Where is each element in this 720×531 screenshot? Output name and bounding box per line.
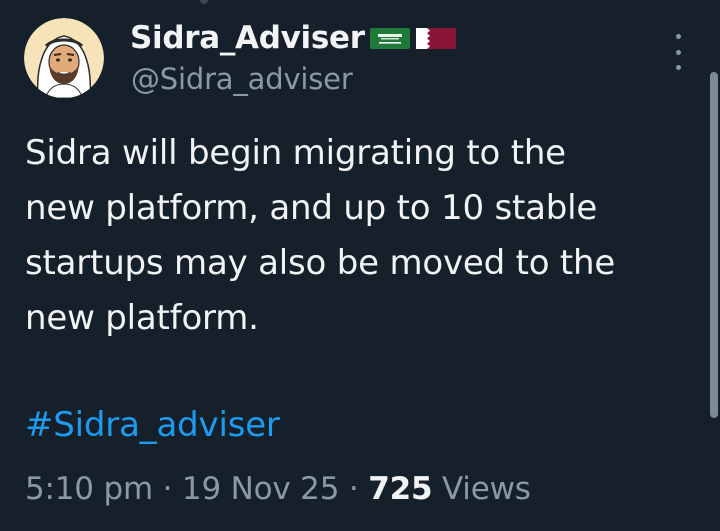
tweet-metadata: 5:10 pm · 19 Nov 25 · 725 Views [25, 462, 531, 517]
display-name[interactable]: Sidra_Adviser [130, 20, 365, 56]
tweet-card: Sidra_Adviser @Sidra_adviser Sidra will … [0, 0, 720, 531]
tweet-line: startups may also be moved to the [25, 243, 616, 283]
menu-dot [675, 49, 681, 55]
menu-dot [675, 65, 681, 70]
more-options-icon[interactable] [664, 34, 692, 70]
display-name-row: Sidra_Adviser [130, 16, 457, 60]
tweet-line: Sidra will begin migrating to the [25, 133, 566, 173]
tweet-line: new platform. [25, 298, 259, 338]
tweet-time[interactable]: 5:10 pm [25, 471, 153, 507]
views-count[interactable]: 725 [368, 471, 432, 507]
meta-separator: · [339, 471, 369, 507]
saudi-arabia-flag-icon [369, 25, 411, 51]
avatar-illustration [24, 18, 104, 98]
menu-dot [675, 34, 681, 39]
thread-dot [200, 0, 208, 4]
user-handle[interactable]: @Sidra_adviser [131, 62, 353, 96]
tweet-text: Sidra will begin migrating to the new pl… [25, 126, 705, 346]
qatar-flag-icon [415, 25, 457, 51]
scrollbar[interactable] [710, 72, 718, 418]
meta-separator: · [152, 471, 182, 507]
tweet-line: new platform, and up to 10 stable [25, 188, 598, 228]
hashtag-link[interactable]: #Sidra_adviser [25, 398, 280, 453]
views-label[interactable]: Views [442, 471, 531, 507]
tweet-date[interactable]: 19 Nov 25 [182, 471, 340, 507]
avatar[interactable] [24, 18, 104, 98]
